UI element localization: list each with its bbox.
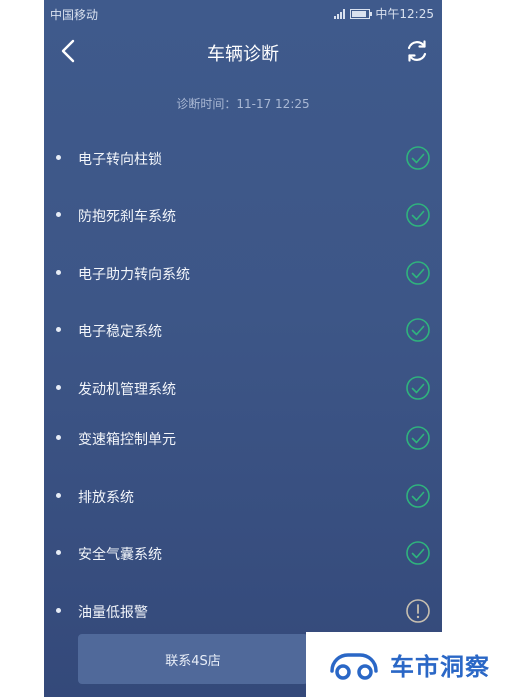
carrier-label: 中国移动 xyxy=(50,8,99,22)
diagnosis-item-label: 电子转向柱锁 xyxy=(78,152,162,168)
watermark: 车市洞察 xyxy=(306,632,510,697)
bullet-dot xyxy=(56,155,61,160)
phone-screen: 中国移动 中午12:25 车辆诊断 诊断时间：11-17 12:25 电子转向柱… xyxy=(44,0,442,697)
diagnosis-item[interactable]: 安全气囊系统 xyxy=(44,538,442,568)
refresh-icon[interactable] xyxy=(402,36,432,66)
check-circle-icon xyxy=(406,426,430,450)
diagnosis-item-label: 安全气囊系统 xyxy=(78,547,162,563)
bullet-dot xyxy=(56,270,61,275)
diagnosis-item-label: 油量低报警 xyxy=(78,605,148,621)
diagnosis-item-label: 排放系统 xyxy=(78,490,134,506)
diagnosis-item[interactable]: 变速箱控制单元 xyxy=(44,423,442,453)
check-circle-icon xyxy=(406,146,430,170)
diagnosis-item-label: 电子稳定系统 xyxy=(78,324,162,340)
nav-bar: 车辆诊断 xyxy=(44,28,442,74)
status-indicators: 中午12:25 xyxy=(334,5,434,22)
check-circle-icon xyxy=(406,541,430,565)
bullet-dot xyxy=(56,385,61,390)
diagnosis-item[interactable]: 电子助力转向系统 xyxy=(44,258,442,288)
battery-icon xyxy=(350,8,373,19)
diagnosis-item[interactable]: 油量低报警 xyxy=(44,596,442,626)
diagnosis-item-label: 变速箱控制单元 xyxy=(78,432,176,448)
check-circle-icon xyxy=(406,203,430,227)
bullet-dot xyxy=(56,550,61,555)
check-circle-icon xyxy=(406,318,430,342)
check-circle-icon xyxy=(406,261,430,285)
diagnosis-item[interactable]: 电子转向柱锁 xyxy=(44,143,442,173)
diagnosis-item-label: 防抱死刹车系统 xyxy=(78,209,176,225)
clock-label: 中午12:25 xyxy=(375,7,434,21)
diagnosis-time: 诊断时间：11-17 12:25 xyxy=(176,97,310,111)
signal-icon xyxy=(334,8,346,19)
bullet-dot xyxy=(56,212,61,217)
check-circle-icon xyxy=(406,376,430,400)
battery-level xyxy=(352,10,366,17)
car-logo-icon xyxy=(330,652,378,680)
page-title: 车辆诊断 xyxy=(207,44,279,65)
watermark-text: 车市洞察 xyxy=(390,653,490,681)
diagnosis-item[interactable]: 防抱死刹车系统 xyxy=(44,200,442,230)
bullet-dot xyxy=(56,493,61,498)
status-bar: 中国移动 中午12:25 xyxy=(44,0,442,28)
bullet-dot xyxy=(56,608,61,613)
exclamation-circle-icon xyxy=(406,599,430,623)
diagnosis-item-label: 电子助力转向系统 xyxy=(78,267,190,283)
check-circle-icon xyxy=(406,484,430,508)
diagnosis-item-label: 发动机管理系统 xyxy=(78,382,176,398)
diagnosis-item[interactable]: 电子稳定系统 xyxy=(44,315,442,345)
diagnosis-item[interactable]: 排放系统 xyxy=(44,481,442,511)
bullet-dot xyxy=(56,435,61,440)
contact-dealer-button[interactable]: 联系4S店 xyxy=(78,634,308,684)
diagnosis-item[interactable]: 发动机管理系统 xyxy=(44,373,442,403)
bullet-dot xyxy=(56,327,61,332)
